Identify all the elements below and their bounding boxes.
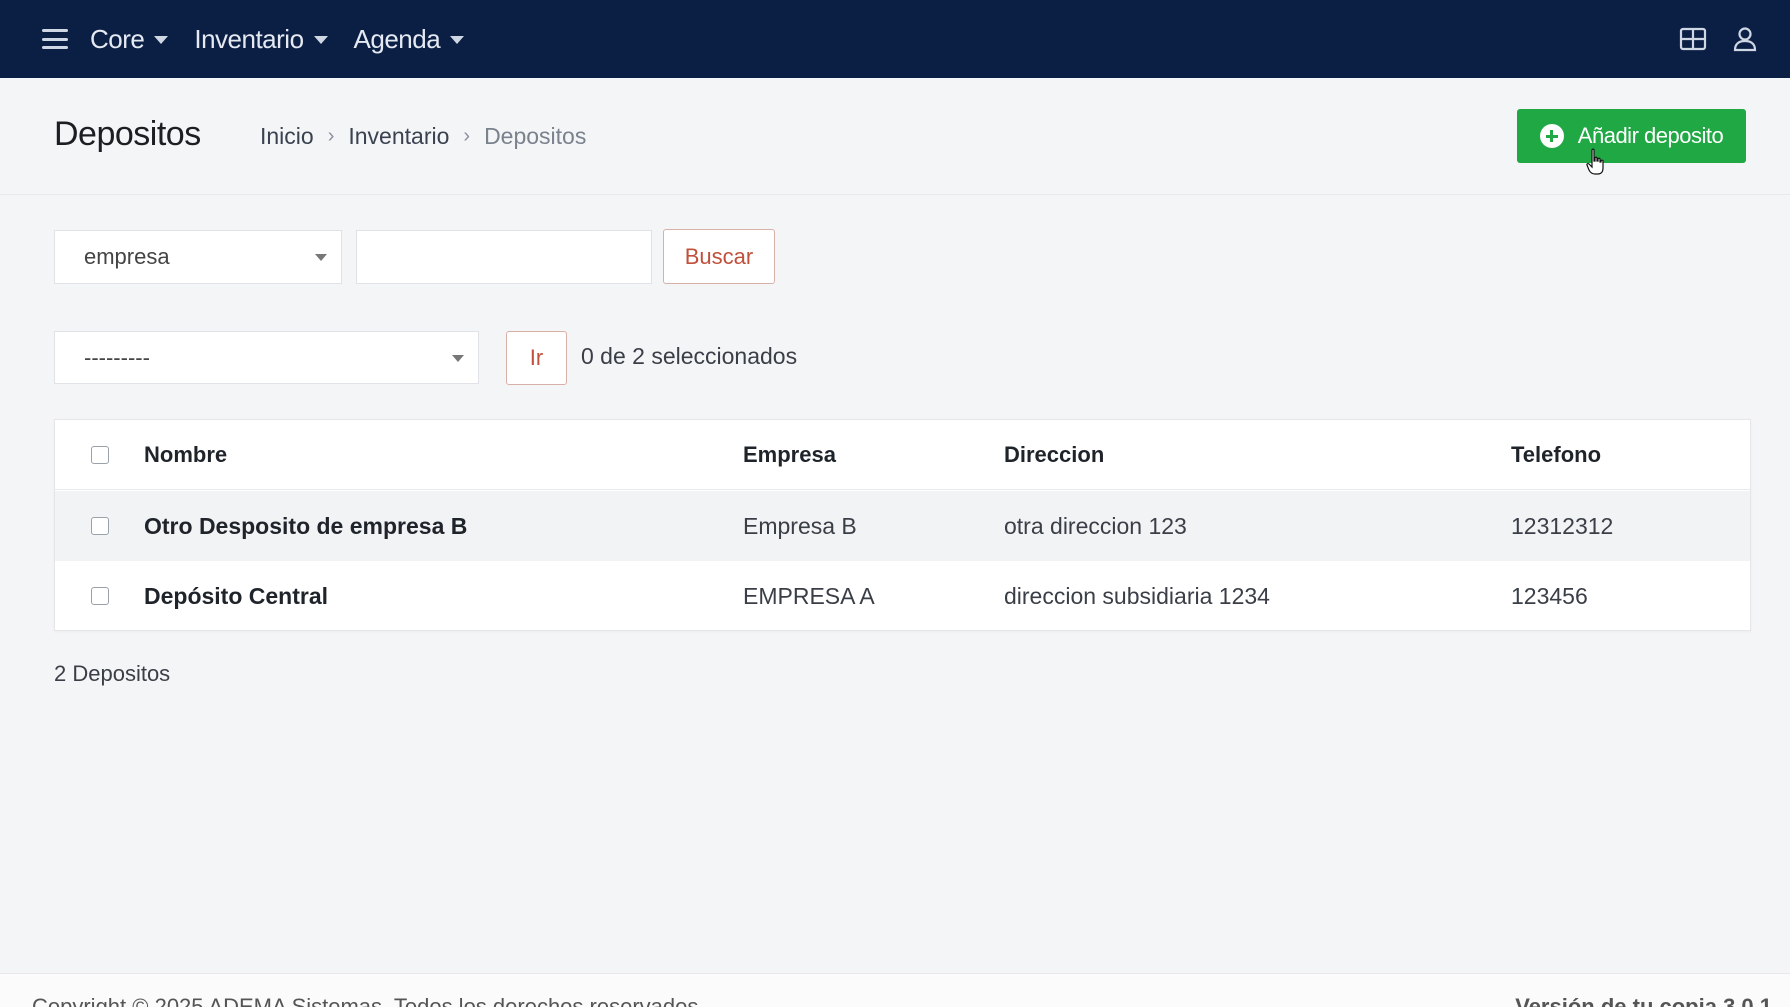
caret-down-icon bbox=[450, 36, 465, 44]
column-header-direccion[interactable]: Direccion bbox=[1004, 420, 1104, 490]
action-select[interactable]: --------- bbox=[54, 331, 479, 384]
row-checkbox[interactable] bbox=[91, 517, 109, 535]
caret-down-icon bbox=[313, 36, 328, 44]
table-row: Depósito Central EMPRESA A direccion sub… bbox=[55, 561, 1750, 631]
nav-menu-inventario[interactable]: Inventario bbox=[194, 23, 328, 55]
top-navbar: Core Inventario Agenda bbox=[0, 0, 1790, 78]
action-select-value: --------- bbox=[84, 344, 150, 370]
page-title: Depositos bbox=[54, 115, 201, 153]
nav-menu-agenda[interactable]: Agenda bbox=[354, 24, 465, 55]
plus-circle-icon bbox=[1539, 124, 1564, 148]
caret-down-icon bbox=[154, 36, 169, 44]
breadcrumb-separator: › bbox=[327, 125, 335, 147]
menu-icon[interactable] bbox=[42, 29, 68, 49]
row-nombre-link[interactable]: Depósito Central bbox=[144, 561, 328, 631]
table-header-row: Nombre Empresa Direccion Telefono bbox=[55, 420, 1750, 490]
search-field-value: empresa bbox=[84, 244, 170, 269]
nav-menu-label: Inventario bbox=[194, 23, 304, 54]
footer-version: Versión de tu copia 3.0.1 bbox=[1515, 994, 1772, 1007]
total-count-text: 2 Depositos bbox=[54, 661, 171, 686]
hand-cursor-icon bbox=[1586, 148, 1604, 175]
nav-menu-label: Agenda bbox=[353, 23, 441, 54]
selected-count-text: 0 de 2 seleccionados bbox=[581, 343, 798, 369]
ir-button[interactable]: Ir bbox=[506, 331, 567, 385]
row-select-cell bbox=[91, 491, 109, 561]
depositos-table: Nombre Empresa Direccion Telefono Otro D… bbox=[54, 419, 1751, 631]
row-select-cell bbox=[91, 561, 109, 631]
row-direccion: otra direccion 123 bbox=[1004, 512, 1187, 539]
search-field-select[interactable]: empresa bbox=[54, 230, 342, 284]
row-direccion: direccion subsidiaria 1234 bbox=[1004, 582, 1270, 609]
grid-icon[interactable] bbox=[1678, 24, 1708, 54]
breadcrumb-current: Depositos bbox=[484, 123, 587, 149]
user-icon[interactable] bbox=[1730, 24, 1760, 54]
column-header-empresa[interactable]: Empresa bbox=[743, 420, 836, 490]
page-footer: Copyright © 2025 ADEMA Sistemas. Todos l… bbox=[0, 973, 1790, 1007]
footer-copyright: Copyright © 2025 ADEMA Sistemas. Todos l… bbox=[32, 994, 705, 1007]
breadcrumb: Inicio › Inventario › Depositos bbox=[260, 123, 586, 150]
dropdown-arrow-icon bbox=[452, 354, 464, 362]
dropdown-arrow-icon bbox=[315, 254, 327, 261]
row-empresa: Empresa B bbox=[743, 512, 857, 539]
buscar-button[interactable]: Buscar bbox=[663, 229, 775, 284]
column-header-telefono[interactable]: Telefono bbox=[1511, 420, 1601, 490]
row-empresa: EMPRESA A bbox=[743, 582, 875, 609]
breadcrumb-inicio[interactable]: Inicio bbox=[260, 123, 314, 150]
row-nombre-link[interactable]: Otro Desposito de empresa B bbox=[144, 491, 467, 561]
add-deposito-button[interactable]: Añadir deposito bbox=[1517, 109, 1746, 163]
select-all-checkbox[interactable] bbox=[91, 446, 109, 464]
breadcrumb-inventario[interactable]: Inventario bbox=[348, 123, 449, 150]
nav-menu-label: Core bbox=[90, 23, 145, 54]
breadcrumb-separator: › bbox=[463, 125, 471, 147]
column-header-nombre[interactable]: Nombre bbox=[144, 420, 227, 490]
row-checkbox[interactable] bbox=[91, 587, 109, 605]
nav-menu-core[interactable]: Core bbox=[90, 23, 169, 55]
table-row: Otro Desposito de empresa B Empresa B ot… bbox=[55, 491, 1750, 561]
select-all-cell bbox=[91, 420, 109, 490]
header-divider bbox=[0, 194, 1790, 195]
row-telefono: 123456 bbox=[1511, 582, 1588, 609]
row-telefono: 12312312 bbox=[1511, 512, 1614, 539]
search-input[interactable] bbox=[356, 230, 652, 284]
add-deposito-label: Añadir deposito bbox=[1577, 123, 1724, 148]
